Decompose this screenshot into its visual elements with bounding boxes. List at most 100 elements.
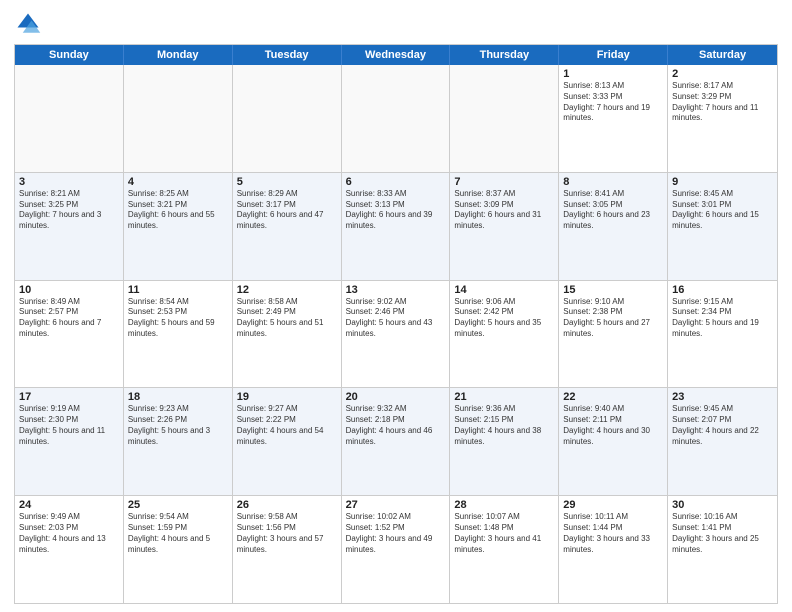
day-number: 4 [128,176,228,188]
day-info: Sunrise: 9:27 AM Sunset: 2:22 PM Dayligh… [237,404,337,447]
day-number: 13 [346,284,446,296]
day-info: Sunrise: 8:41 AM Sunset: 3:05 PM Dayligh… [563,189,663,232]
day-number: 15 [563,284,663,296]
day-number: 25 [128,499,228,511]
calendar-row-4: 24Sunrise: 9:49 AM Sunset: 2:03 PM Dayli… [15,496,777,603]
day-number: 12 [237,284,337,296]
calendar-body: 1Sunrise: 8:13 AM Sunset: 3:33 PM Daylig… [15,65,777,603]
day-cell-13: 13Sunrise: 9:02 AM Sunset: 2:46 PM Dayli… [342,281,451,388]
day-cell-5: 5Sunrise: 8:29 AM Sunset: 3:17 PM Daylig… [233,173,342,280]
day-cell-1: 1Sunrise: 8:13 AM Sunset: 3:33 PM Daylig… [559,65,668,172]
empty-cell-0-2 [233,65,342,172]
day-info: Sunrise: 8:49 AM Sunset: 2:57 PM Dayligh… [19,297,119,340]
day-number: 27 [346,499,446,511]
day-cell-2: 2Sunrise: 8:17 AM Sunset: 3:29 PM Daylig… [668,65,777,172]
calendar-header: SundayMondayTuesdayWednesdayThursdayFrid… [15,45,777,65]
day-number: 14 [454,284,554,296]
day-info: Sunrise: 9:15 AM Sunset: 2:34 PM Dayligh… [672,297,773,340]
day-cell-22: 22Sunrise: 9:40 AM Sunset: 2:11 PM Dayli… [559,388,668,495]
day-info: Sunrise: 10:16 AM Sunset: 1:41 PM Daylig… [672,512,773,555]
day-info: Sunrise: 10:07 AM Sunset: 1:48 PM Daylig… [454,512,554,555]
day-cell-7: 7Sunrise: 8:37 AM Sunset: 3:09 PM Daylig… [450,173,559,280]
day-info: Sunrise: 9:45 AM Sunset: 2:07 PM Dayligh… [672,404,773,447]
day-cell-30: 30Sunrise: 10:16 AM Sunset: 1:41 PM Dayl… [668,496,777,603]
day-number: 5 [237,176,337,188]
day-info: Sunrise: 8:25 AM Sunset: 3:21 PM Dayligh… [128,189,228,232]
day-info: Sunrise: 8:45 AM Sunset: 3:01 PM Dayligh… [672,189,773,232]
empty-cell-0-3 [342,65,451,172]
day-number: 16 [672,284,773,296]
day-info: Sunrise: 9:10 AM Sunset: 2:38 PM Dayligh… [563,297,663,340]
day-info: Sunrise: 8:33 AM Sunset: 3:13 PM Dayligh… [346,189,446,232]
weekday-header-thursday: Thursday [450,45,559,65]
day-number: 7 [454,176,554,188]
logo-icon [14,10,42,38]
day-number: 21 [454,391,554,403]
day-number: 17 [19,391,119,403]
day-number: 6 [346,176,446,188]
day-cell-14: 14Sunrise: 9:06 AM Sunset: 2:42 PM Dayli… [450,281,559,388]
weekday-header-tuesday: Tuesday [233,45,342,65]
day-info: Sunrise: 8:54 AM Sunset: 2:53 PM Dayligh… [128,297,228,340]
weekday-header-wednesday: Wednesday [342,45,451,65]
day-number: 3 [19,176,119,188]
day-cell-23: 23Sunrise: 9:45 AM Sunset: 2:07 PM Dayli… [668,388,777,495]
day-cell-26: 26Sunrise: 9:58 AM Sunset: 1:56 PM Dayli… [233,496,342,603]
calendar-row-0: 1Sunrise: 8:13 AM Sunset: 3:33 PM Daylig… [15,65,777,173]
day-cell-15: 15Sunrise: 9:10 AM Sunset: 2:38 PM Dayli… [559,281,668,388]
day-info: Sunrise: 9:36 AM Sunset: 2:15 PM Dayligh… [454,404,554,447]
day-number: 11 [128,284,228,296]
day-cell-4: 4Sunrise: 8:25 AM Sunset: 3:21 PM Daylig… [124,173,233,280]
day-info: Sunrise: 9:40 AM Sunset: 2:11 PM Dayligh… [563,404,663,447]
weekday-header-friday: Friday [559,45,668,65]
day-number: 2 [672,68,773,80]
header [14,10,778,38]
day-number: 22 [563,391,663,403]
day-cell-11: 11Sunrise: 8:54 AM Sunset: 2:53 PM Dayli… [124,281,233,388]
day-cell-18: 18Sunrise: 9:23 AM Sunset: 2:26 PM Dayli… [124,388,233,495]
page: SundayMondayTuesdayWednesdayThursdayFrid… [0,0,792,612]
day-info: Sunrise: 9:19 AM Sunset: 2:30 PM Dayligh… [19,404,119,447]
day-cell-10: 10Sunrise: 8:49 AM Sunset: 2:57 PM Dayli… [15,281,124,388]
day-cell-25: 25Sunrise: 9:54 AM Sunset: 1:59 PM Dayli… [124,496,233,603]
day-cell-9: 9Sunrise: 8:45 AM Sunset: 3:01 PM Daylig… [668,173,777,280]
day-info: Sunrise: 8:21 AM Sunset: 3:25 PM Dayligh… [19,189,119,232]
day-number: 28 [454,499,554,511]
day-cell-27: 27Sunrise: 10:02 AM Sunset: 1:52 PM Dayl… [342,496,451,603]
day-info: Sunrise: 9:49 AM Sunset: 2:03 PM Dayligh… [19,512,119,555]
day-number: 26 [237,499,337,511]
day-info: Sunrise: 8:17 AM Sunset: 3:29 PM Dayligh… [672,81,773,124]
day-cell-19: 19Sunrise: 9:27 AM Sunset: 2:22 PM Dayli… [233,388,342,495]
day-number: 20 [346,391,446,403]
weekday-header-monday: Monday [124,45,233,65]
day-cell-29: 29Sunrise: 10:11 AM Sunset: 1:44 PM Dayl… [559,496,668,603]
day-info: Sunrise: 10:02 AM Sunset: 1:52 PM Daylig… [346,512,446,555]
day-number: 23 [672,391,773,403]
day-info: Sunrise: 9:06 AM Sunset: 2:42 PM Dayligh… [454,297,554,340]
logo [14,10,46,38]
calendar-row-2: 10Sunrise: 8:49 AM Sunset: 2:57 PM Dayli… [15,281,777,389]
calendar: SundayMondayTuesdayWednesdayThursdayFrid… [14,44,778,604]
day-number: 29 [563,499,663,511]
day-cell-16: 16Sunrise: 9:15 AM Sunset: 2:34 PM Dayli… [668,281,777,388]
day-cell-3: 3Sunrise: 8:21 AM Sunset: 3:25 PM Daylig… [15,173,124,280]
day-info: Sunrise: 8:37 AM Sunset: 3:09 PM Dayligh… [454,189,554,232]
day-cell-20: 20Sunrise: 9:32 AM Sunset: 2:18 PM Dayli… [342,388,451,495]
day-number: 30 [672,499,773,511]
day-info: Sunrise: 9:23 AM Sunset: 2:26 PM Dayligh… [128,404,228,447]
day-info: Sunrise: 9:32 AM Sunset: 2:18 PM Dayligh… [346,404,446,447]
day-cell-17: 17Sunrise: 9:19 AM Sunset: 2:30 PM Dayli… [15,388,124,495]
day-info: Sunrise: 8:29 AM Sunset: 3:17 PM Dayligh… [237,189,337,232]
day-info: Sunrise: 8:13 AM Sunset: 3:33 PM Dayligh… [563,81,663,124]
day-number: 8 [563,176,663,188]
day-info: Sunrise: 9:58 AM Sunset: 1:56 PM Dayligh… [237,512,337,555]
day-cell-21: 21Sunrise: 9:36 AM Sunset: 2:15 PM Dayli… [450,388,559,495]
weekday-header-saturday: Saturday [668,45,777,65]
day-cell-24: 24Sunrise: 9:49 AM Sunset: 2:03 PM Dayli… [15,496,124,603]
day-cell-12: 12Sunrise: 8:58 AM Sunset: 2:49 PM Dayli… [233,281,342,388]
day-number: 24 [19,499,119,511]
day-cell-28: 28Sunrise: 10:07 AM Sunset: 1:48 PM Dayl… [450,496,559,603]
day-cell-8: 8Sunrise: 8:41 AM Sunset: 3:05 PM Daylig… [559,173,668,280]
day-info: Sunrise: 9:02 AM Sunset: 2:46 PM Dayligh… [346,297,446,340]
day-number: 10 [19,284,119,296]
